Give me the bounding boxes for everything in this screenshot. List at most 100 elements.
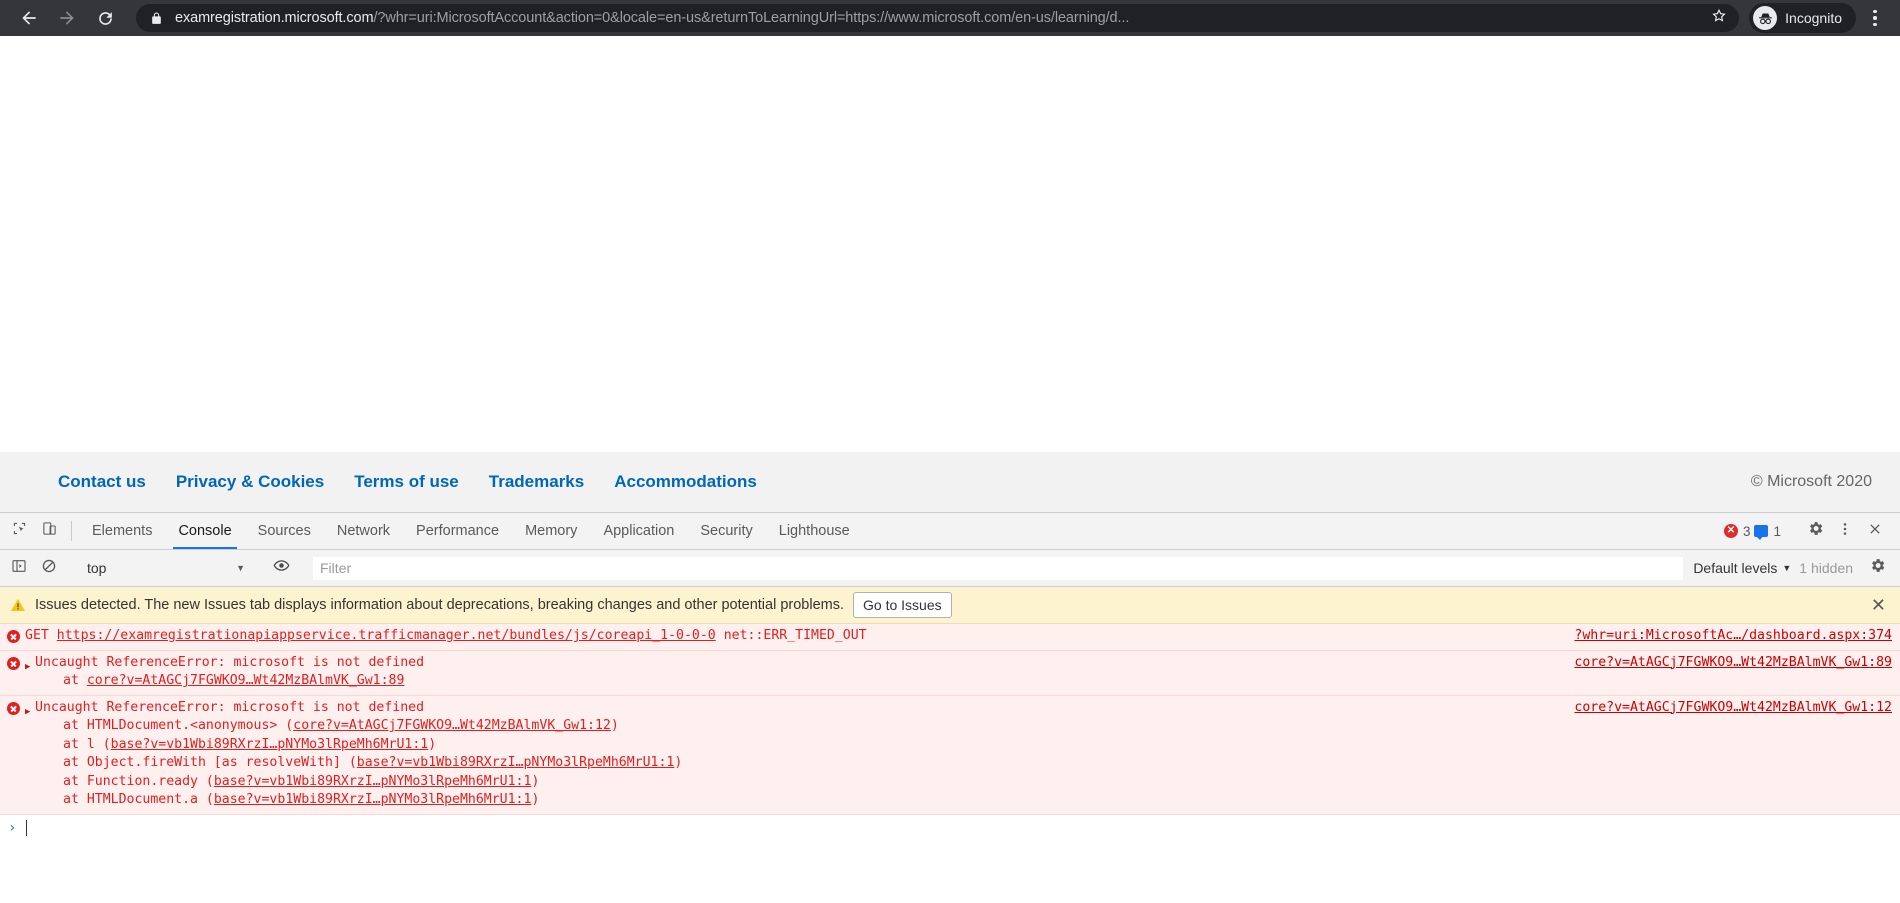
console-message-row[interactable]: GET https://examregistrationapiappservic… xyxy=(0,624,1900,651)
page-footer: Contact us Privacy & Cookies Terms of us… xyxy=(0,452,1900,512)
url-host: examregistration.microsoft.com xyxy=(175,10,374,26)
console-filter-input[interactable] xyxy=(313,556,1684,580)
devtools-panel: Elements Console Sources Network Perform… xyxy=(0,512,1900,903)
error-circle-icon xyxy=(7,656,20,670)
devtools-tabs: Elements Console Sources Network Perform… xyxy=(79,513,863,549)
stack-frame-link[interactable]: core?v=AtAGCj7FGWKO9…Wt42MzBAlmVK_Gw1:12 xyxy=(293,718,611,733)
clear-console-button[interactable] xyxy=(34,558,64,579)
browser-toolbar: examregistration.microsoft.com/?whr=uri:… xyxy=(0,0,1900,36)
console-message-list[interactable]: GET https://examregistrationapiappservic… xyxy=(0,624,1900,903)
error-count-badge[interactable]: ✕ 3 xyxy=(1723,523,1751,539)
console-input-prompt[interactable]: › xyxy=(0,814,1900,841)
issues-banner-text: Issues detected. The new Issues tab disp… xyxy=(35,597,845,613)
console-settings-button[interactable] xyxy=(1862,553,1892,583)
live-expression-eye-icon xyxy=(273,557,290,579)
tab-lighthouse[interactable]: Lighthouse xyxy=(766,513,863,549)
stack-frame: at l (base?v=vb1Wbi89RXrzI…pNYMo3lRpeMh6… xyxy=(63,736,437,752)
devtools-more-button[interactable] xyxy=(1830,516,1860,546)
devtools-tab-bar: Elements Console Sources Network Perform… xyxy=(0,513,1900,550)
devtools-settings-button[interactable] xyxy=(1800,516,1830,546)
tab-console[interactable]: Console xyxy=(165,513,244,549)
bookmark-button[interactable] xyxy=(1705,4,1733,32)
chevron-down-icon: ▼ xyxy=(236,563,245,573)
url-path: /?whr=uri:MicrosoftAccount&action=0&loca… xyxy=(373,10,1130,26)
message-prefix: Uncaught ReferenceError: microsoft is no… xyxy=(35,699,425,715)
back-arrow-icon xyxy=(19,8,39,28)
tab-security[interactable]: Security xyxy=(687,513,765,549)
expand-triangle-icon[interactable]: ▶ xyxy=(25,658,35,677)
stack-frame: at HTMLDocument.a (base?v=vb1Wbi89RXrzI…… xyxy=(63,792,540,807)
device-toolbar-button[interactable] xyxy=(34,513,64,549)
stack-frame-link[interactable]: core?v=AtAGCj7FGWKO9…Wt42MzBAlmVK_Gw1:89 xyxy=(87,673,405,688)
devtools-tabbar-actions: ✕ 3 1 xyxy=(1723,513,1900,549)
stack-frame: at Function.ready (base?v=vb1Wbi89RXrzI…… xyxy=(63,773,540,789)
tab-elements[interactable]: Elements xyxy=(79,513,165,549)
hidden-messages-count: 1 hidden xyxy=(1799,560,1853,576)
copyright-text: © Microsoft 2020 xyxy=(1750,473,1872,490)
go-to-issues-button[interactable]: Go to Issues xyxy=(853,592,952,618)
inspect-element-button[interactable] xyxy=(4,513,34,549)
browser-menu-button[interactable] xyxy=(1860,3,1890,33)
console-message-text: GET https://examregistrationapiappservic… xyxy=(25,627,1564,646)
footer-link-terms-of-use[interactable]: Terms of use xyxy=(354,472,459,492)
footer-link-accommodations[interactable]: Accommodations xyxy=(614,472,757,492)
console-message-text: Uncaught ReferenceError: microsoft is no… xyxy=(35,699,1564,810)
execution-context-select[interactable]: top ▼ xyxy=(79,556,251,580)
page-content-area xyxy=(0,36,1900,452)
footer-link-contact-us[interactable]: Contact us xyxy=(58,472,146,492)
warning-triangle-icon xyxy=(10,597,26,613)
message-suffix: net::ERR_TIMED_OUT xyxy=(715,628,867,643)
address-bar[interactable]: examregistration.microsoft.com/?whr=uri:… xyxy=(136,4,1740,32)
log-levels-label: Default levels xyxy=(1693,560,1778,576)
gear-icon xyxy=(1869,557,1886,579)
console-message-row[interactable]: ▶ Uncaught ReferenceError: microsoft is … xyxy=(0,695,1900,815)
message-source-link[interactable]: core?v=AtAGCj7FGWKO9…Wt42MzBAlmVK_Gw1:12 xyxy=(1564,699,1892,718)
console-message-text: Uncaught ReferenceError: microsoft is no… xyxy=(35,654,1564,691)
device-toolbar-icon xyxy=(42,521,57,541)
inspect-element-icon xyxy=(12,521,27,541)
tab-application[interactable]: Application xyxy=(590,513,687,549)
gear-icon xyxy=(1807,520,1824,542)
toolbar-divider xyxy=(71,521,72,541)
profile-incognito-button[interactable]: Incognito xyxy=(1749,3,1856,33)
message-source-link[interactable]: core?v=AtAGCj7FGWKO9…Wt42MzBAlmVK_Gw1:89 xyxy=(1564,654,1892,673)
back-button[interactable] xyxy=(10,3,48,33)
close-icon xyxy=(1867,521,1883,542)
tab-network[interactable]: Network xyxy=(324,513,403,549)
console-sidebar-toggle[interactable] xyxy=(4,558,34,579)
stack-frame: at core?v=AtAGCj7FGWKO9…Wt42MzBAlmVK_Gw1… xyxy=(63,673,405,688)
console-toolbar: top ▼ Default levels ▼ 1 hidden xyxy=(0,550,1900,587)
message-count: 1 xyxy=(1773,523,1781,539)
tab-memory[interactable]: Memory xyxy=(512,513,590,549)
footer-link-trademarks[interactable]: Trademarks xyxy=(489,472,584,492)
issues-banner-close-button[interactable]: ✕ xyxy=(1865,596,1892,614)
chevron-down-icon: ▼ xyxy=(1782,563,1792,573)
stack-frame: at Object.fireWith [as resolveWith] (bas… xyxy=(63,755,683,770)
forward-button[interactable] xyxy=(48,3,86,33)
error-count: 3 xyxy=(1742,523,1751,539)
expand-triangle-icon[interactable]: ▶ xyxy=(25,703,35,722)
devtools-close-button[interactable] xyxy=(1860,516,1890,546)
prompt-caret-icon: › xyxy=(8,819,17,836)
message-bubble-icon xyxy=(1754,525,1769,540)
reload-icon xyxy=(96,9,115,28)
live-expression-button[interactable] xyxy=(266,557,296,579)
tab-performance[interactable]: Performance xyxy=(403,513,512,549)
text-cursor xyxy=(26,819,28,836)
reload-button[interactable] xyxy=(86,3,124,33)
message-count-badge[interactable]: 1 xyxy=(1754,523,1781,540)
kebab-menu-icon xyxy=(1873,9,1877,14)
incognito-hat-icon xyxy=(1753,6,1778,30)
console-sidebar-icon xyxy=(11,558,27,579)
message-url-link[interactable]: https://examregistrationapiappservice.tr… xyxy=(57,628,716,643)
stack-frame-link[interactable]: base?v=vb1Wbi89RXrzI…pNYMo3lRpeMh6MrU1:1 xyxy=(111,737,429,752)
stack-frame-link[interactable]: base?v=vb1Wbi89RXrzI…pNYMo3lRpeMh6MrU1:1 xyxy=(214,774,532,789)
stack-frame-link[interactable]: base?v=vb1Wbi89RXrzI…pNYMo3lRpeMh6MrU1:1 xyxy=(214,792,532,807)
message-source-link[interactable]: ?whr=uri:MicrosoftAc…/dashboard.aspx:374 xyxy=(1564,627,1892,646)
tab-sources[interactable]: Sources xyxy=(245,513,324,549)
stack-frame-link[interactable]: base?v=vb1Wbi89RXrzI…pNYMo3lRpeMh6MrU1:1 xyxy=(357,755,675,770)
error-circle-icon: ✕ xyxy=(1723,524,1738,538)
log-levels-select[interactable]: Default levels ▼ xyxy=(1685,560,1799,576)
console-message-row[interactable]: ▶ Uncaught ReferenceError: microsoft is … xyxy=(0,650,1900,696)
footer-link-privacy-cookies[interactable]: Privacy & Cookies xyxy=(176,472,324,492)
